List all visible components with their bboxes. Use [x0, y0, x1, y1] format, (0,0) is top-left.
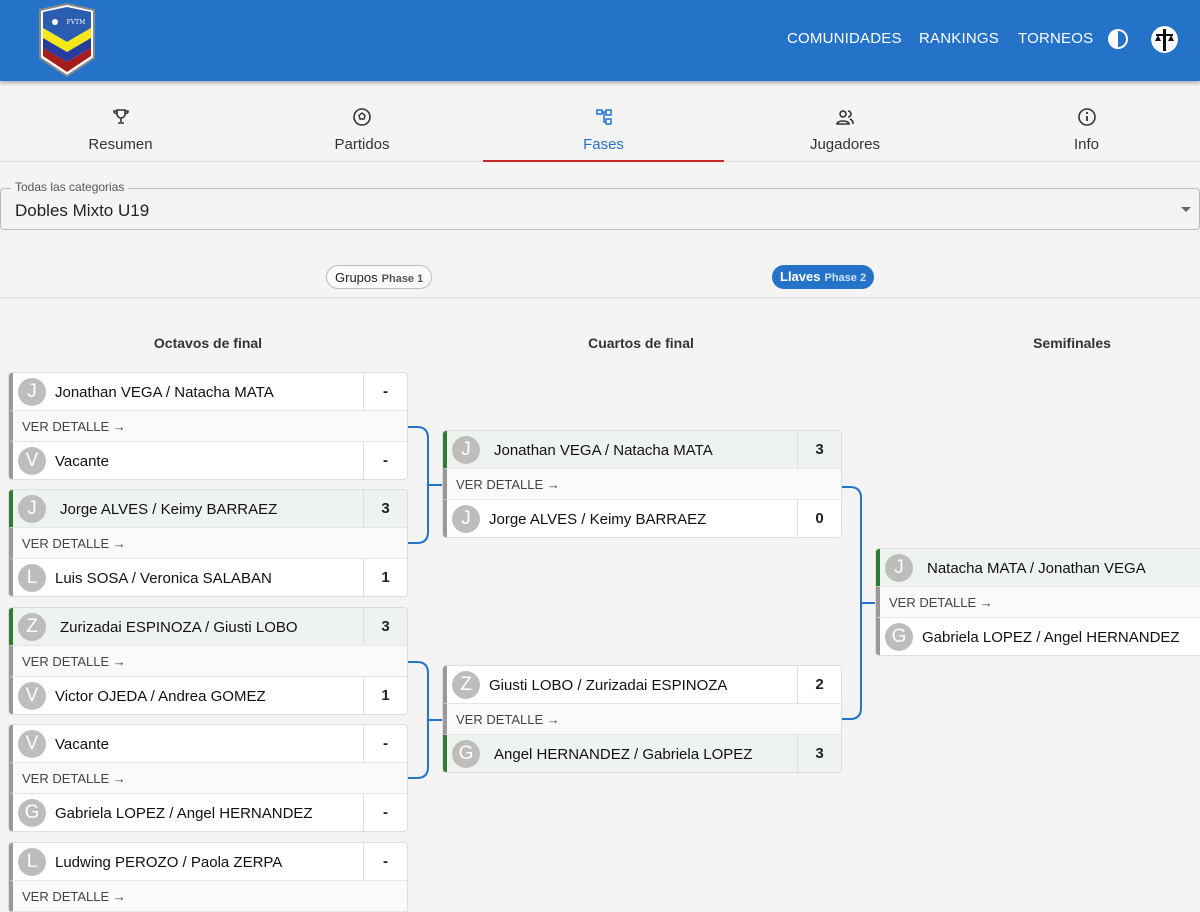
team-avatar: Z [452, 671, 480, 699]
team-score: 3 [363, 608, 407, 645]
team-score: 1 [363, 677, 407, 714]
team-avatar: V [18, 447, 46, 475]
team-row: L Ludwing PEROZO / Paola ZERPA - [9, 843, 407, 880]
nav-comunidades[interactable]: COMUNIDADES [787, 30, 902, 47]
team-name: Gabriela LOPEZ / Angel HERNANDEZ [922, 629, 1180, 646]
team-name: Jorge ALVES / Keimy BARRAEZ [489, 511, 706, 528]
team-avatar: J [18, 378, 46, 406]
team-row: L Luis SOSA / Veronica SALABAN 1 [9, 559, 407, 596]
team-name: Gabriela LOPEZ / Angel HERNANDEZ [55, 805, 313, 822]
match-card: J Jonathan VEGA / Natacha MATA 3VER DETA… [443, 431, 841, 537]
avatar-icon[interactable] [1151, 26, 1178, 53]
ver-detalle-link[interactable]: VER DETALLE → [9, 880, 407, 912]
ver-detalle-link[interactable]: VER DETALLE → [443, 468, 841, 500]
team-row: V Vacante - [9, 725, 407, 762]
nav-rankings[interactable]: RANKINGS [919, 30, 999, 47]
ver-detalle-link[interactable]: VER DETALLE → [443, 703, 841, 735]
team-score: 3 [797, 735, 841, 772]
team-score: - [363, 442, 407, 479]
team-score: - [363, 373, 407, 410]
team-row: V Vacante - [9, 442, 407, 479]
team-name: Vacante [55, 736, 109, 753]
team-name: Angel HERNANDEZ / Gabriela LOPEZ [494, 746, 752, 763]
team-avatar: V [18, 730, 46, 758]
team-row: Z Zurizadai ESPINOZA / Giusti LOBO 3 [9, 608, 407, 645]
fvtm-logo[interactable]: FVTM [36, 2, 98, 78]
team-row: Z Giusti LOBO / Zurizadai ESPINOZA 2 [443, 666, 841, 703]
team-avatar: G [18, 799, 46, 827]
team-row: J Jonathan VEGA / Natacha MATA 3 [443, 431, 841, 468]
ver-detalle-link[interactable]: VER DETALLE → [9, 762, 407, 794]
team-score: 0 [797, 500, 841, 537]
match-card: Z Zurizadai ESPINOZA / Giusti LOBO 3VER … [9, 608, 407, 714]
team-row: G Gabriela LOPEZ / Angel HERNANDEZ [876, 618, 1200, 655]
team-avatar: L [18, 564, 46, 592]
match-card: J Natacha MATA / Jonathan VEGA VER DETAL… [876, 549, 1200, 655]
team-avatar: L [18, 848, 46, 876]
ver-detalle-link[interactable]: VER DETALLE → [9, 410, 407, 442]
match-card: V Vacante -VER DETALLE → G Gabriela LOPE… [9, 725, 407, 831]
team-avatar: J [452, 436, 480, 464]
nav-torneos[interactable]: TORNEOS [1018, 30, 1093, 47]
team-score: - [363, 794, 407, 831]
team-name: Jorge ALVES / Keimy BARRAEZ [60, 501, 277, 518]
app-header: FVTM COMUNIDADES RANKINGS TORNEOS [0, 0, 1200, 81]
team-name: Vacante [55, 453, 109, 470]
team-avatar: J [885, 554, 913, 582]
connector [841, 487, 876, 719]
team-name: Giusti LOBO / Zurizadai ESPINOZA [489, 677, 727, 694]
team-name: Jonathan VEGA / Natacha MATA [55, 384, 274, 401]
match-card: L Ludwing PEROZO / Paola ZERPA -VER DETA… [9, 843, 407, 912]
team-score: 1 [363, 559, 407, 596]
contrast-icon[interactable] [1106, 27, 1130, 51]
connector [407, 662, 443, 778]
team-name: Zurizadai ESPINOZA / Giusti LOBO [60, 619, 298, 636]
team-score: 3 [797, 431, 841, 468]
team-score: 3 [363, 490, 407, 527]
team-row: G Angel HERNANDEZ / Gabriela LOPEZ 3 [443, 735, 841, 772]
team-row: V Victor OJEDA / Andrea GOMEZ 1 [9, 677, 407, 714]
team-score: - [363, 843, 407, 880]
team-name: Luis SOSA / Veronica SALABAN [55, 570, 272, 587]
team-score: 2 [797, 666, 841, 703]
team-row: J Jorge ALVES / Keimy BARRAEZ 0 [443, 500, 841, 537]
team-row: J Jorge ALVES / Keimy BARRAEZ 3 [9, 490, 407, 527]
team-row: J Natacha MATA / Jonathan VEGA [876, 549, 1200, 586]
svg-text:FVTM: FVTM [67, 19, 86, 26]
match-card: Z Giusti LOBO / Zurizadai ESPINOZA 2VER … [443, 666, 841, 772]
team-avatar: V [18, 682, 46, 710]
team-row: G Gabriela LOPEZ / Angel HERNANDEZ - [9, 794, 407, 831]
team-name: Natacha MATA / Jonathan VEGA [927, 560, 1146, 577]
match-card: J Jonathan VEGA / Natacha MATA -VER DETA… [9, 373, 407, 479]
team-name: Victor OJEDA / Andrea GOMEZ [55, 688, 266, 705]
team-avatar: Z [18, 613, 46, 641]
team-avatar: J [452, 505, 480, 533]
ver-detalle-link[interactable]: VER DETALLE → [9, 527, 407, 559]
team-avatar: G [452, 740, 480, 768]
ver-detalle-link[interactable]: VER DETALLE → [9, 645, 407, 677]
ver-detalle-link[interactable]: VER DETALLE → [876, 586, 1200, 618]
match-card: J Jorge ALVES / Keimy BARRAEZ 3VER DETAL… [9, 490, 407, 596]
team-name: Jonathan VEGA / Natacha MATA [494, 442, 713, 459]
team-avatar: J [18, 495, 46, 523]
team-avatar: G [885, 623, 913, 651]
team-score: - [363, 725, 407, 762]
team-row: J Jonathan VEGA / Natacha MATA - [9, 373, 407, 410]
team-name: Ludwing PEROZO / Paola ZERPA [55, 854, 282, 871]
connector [407, 427, 443, 543]
